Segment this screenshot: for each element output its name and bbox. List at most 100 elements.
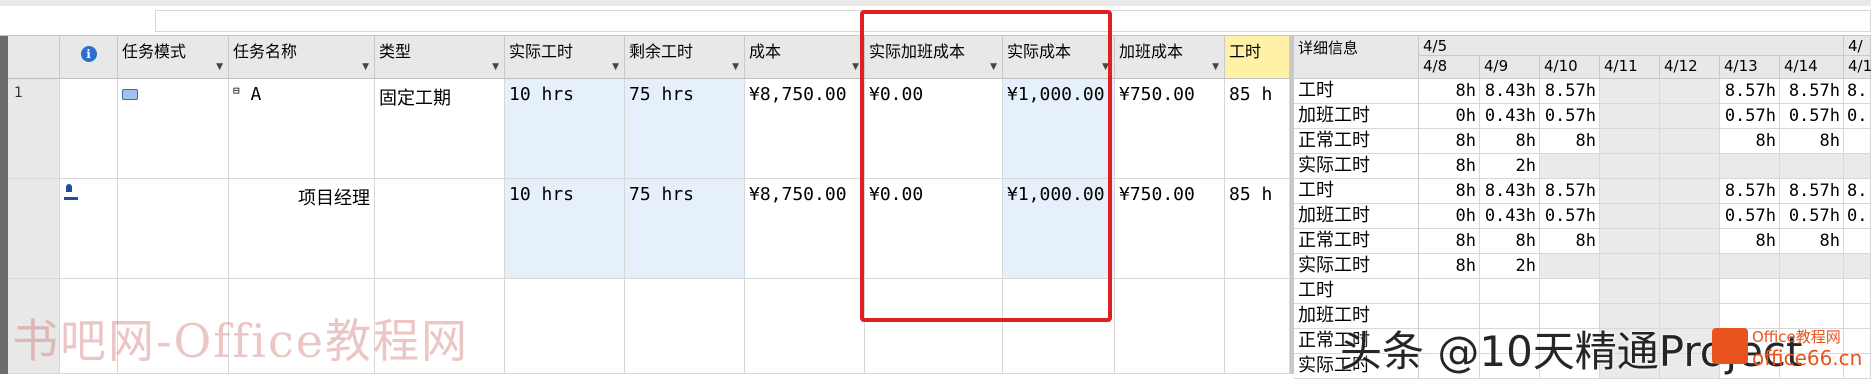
- timephased-cell[interactable]: [1660, 279, 1720, 304]
- column-header-remaining-work[interactable]: 剩余工时 ▼: [625, 36, 745, 79]
- column-header-info[interactable]: ℹ: [60, 36, 118, 79]
- dropdown-arrow-icon[interactable]: ▼: [492, 62, 499, 72]
- timephased-cell[interactable]: 0h: [1419, 104, 1480, 129]
- timephased-cell[interactable]: 0.43h: [1480, 204, 1540, 229]
- timephased-cell[interactable]: [1540, 279, 1600, 304]
- timephased-cell[interactable]: 8h: [1480, 229, 1540, 254]
- timephased-cell[interactable]: [1780, 279, 1844, 304]
- column-header-cost[interactable]: 成本 ▼: [745, 36, 865, 79]
- timephased-cell[interactable]: 0.57h: [1720, 204, 1780, 229]
- timephased-cell[interactable]: [1844, 229, 1871, 254]
- row-number[interactable]: 1: [8, 79, 60, 179]
- cost-cell[interactable]: ¥8,750.00: [745, 79, 865, 179]
- timephased-cell[interactable]: [1600, 229, 1660, 254]
- timephased-cell[interactable]: 8h: [1720, 129, 1780, 154]
- timephased-cell[interactable]: [1844, 129, 1871, 154]
- task-mode-cell[interactable]: [118, 179, 229, 279]
- timephased-cell[interactable]: 0h: [1419, 204, 1480, 229]
- timephased-cell[interactable]: 8.57h: [1540, 79, 1600, 104]
- dropdown-arrow-icon[interactable]: ▼: [732, 62, 739, 72]
- timephased-cell[interactable]: [1600, 204, 1660, 229]
- timephased-cell[interactable]: 8h: [1419, 79, 1480, 104]
- timephased-cell[interactable]: [1660, 129, 1720, 154]
- timephased-cell[interactable]: [1720, 154, 1780, 179]
- timephased-cell[interactable]: 2h: [1480, 254, 1540, 279]
- timephased-cell[interactable]: [1540, 254, 1600, 279]
- timephased-cell[interactable]: [1600, 254, 1660, 279]
- column-header-task-mode[interactable]: 任务模式 ▼: [118, 36, 229, 79]
- timephased-cell[interactable]: [1660, 229, 1720, 254]
- timephased-cell[interactable]: [1660, 79, 1720, 104]
- timephased-cell[interactable]: 8.43h: [1480, 79, 1540, 104]
- timephased-cell[interactable]: [1844, 304, 1871, 329]
- timephased-cell[interactable]: [1844, 254, 1871, 279]
- timephased-cell[interactable]: 8h: [1419, 179, 1480, 204]
- timephased-cell[interactable]: 8.: [1844, 79, 1871, 104]
- overtime-cost-cell[interactable]: ¥750.00: [1115, 179, 1225, 279]
- actual-work-cell[interactable]: 10 hrs: [505, 179, 625, 279]
- dropdown-arrow-icon[interactable]: ▼: [852, 62, 859, 72]
- timephased-cell[interactable]: 8.43h: [1480, 179, 1540, 204]
- empty-cell[interactable]: [505, 279, 625, 374]
- timephased-cell[interactable]: 0.43h: [1480, 104, 1540, 129]
- timephased-cell[interactable]: [1660, 204, 1720, 229]
- timephased-cell[interactable]: 0.57h: [1540, 104, 1600, 129]
- dropdown-arrow-icon[interactable]: ▼: [216, 62, 223, 72]
- task-mode-cell[interactable]: [118, 79, 229, 179]
- column-header-overtime-cost[interactable]: 加班成本 ▼: [1115, 36, 1225, 79]
- empty-cell[interactable]: [1225, 279, 1290, 374]
- type-cell[interactable]: 固定工期: [375, 79, 505, 179]
- cost-cell[interactable]: ¥8,750.00: [745, 179, 865, 279]
- timephased-cell[interactable]: [1600, 129, 1660, 154]
- timephased-cell[interactable]: [1600, 79, 1660, 104]
- task-name-cell[interactable]: 项目经理: [229, 179, 375, 279]
- timephased-cell[interactable]: 8h: [1480, 129, 1540, 154]
- dropdown-arrow-icon[interactable]: ▼: [362, 62, 369, 72]
- timephased-cell[interactable]: 0.57h: [1720, 104, 1780, 129]
- timephased-cell[interactable]: 8h: [1540, 129, 1600, 154]
- timephased-cell[interactable]: [1660, 154, 1720, 179]
- dropdown-arrow-icon[interactable]: ▼: [1212, 62, 1219, 72]
- overtime-cost-cell[interactable]: ¥750.00: [1115, 79, 1225, 179]
- timephased-cell[interactable]: 8.57h: [1540, 179, 1600, 204]
- timephased-cell[interactable]: 8h: [1419, 129, 1480, 154]
- timephased-cell[interactable]: 8.57h: [1780, 79, 1844, 104]
- timephased-cell[interactable]: [1660, 254, 1720, 279]
- empty-cell[interactable]: [625, 279, 745, 374]
- timephased-cell[interactable]: [1844, 279, 1871, 304]
- timephased-cell[interactable]: [1480, 279, 1540, 304]
- timephased-cell[interactable]: 2h: [1480, 154, 1540, 179]
- timephased-cell[interactable]: 0.57h: [1780, 204, 1844, 229]
- timephased-cell[interactable]: [1600, 154, 1660, 179]
- timephased-cell[interactable]: 8.57h: [1720, 179, 1780, 204]
- timephased-cell[interactable]: 8.: [1844, 179, 1871, 204]
- row-number[interactable]: [8, 179, 60, 279]
- timephased-cell[interactable]: 8h: [1419, 154, 1480, 179]
- column-header-actual-work[interactable]: 实际工时 ▼: [505, 36, 625, 79]
- work-cell[interactable]: 85 h: [1225, 179, 1290, 279]
- timephased-cell[interactable]: 8h: [1720, 229, 1780, 254]
- timephased-cell[interactable]: 0.57h: [1780, 104, 1844, 129]
- timephased-cell[interactable]: 8.57h: [1780, 179, 1844, 204]
- remaining-work-cell[interactable]: 75 hrs: [625, 179, 745, 279]
- timephased-cell[interactable]: [1600, 279, 1660, 304]
- column-header-type[interactable]: 类型 ▼: [375, 36, 505, 79]
- timephased-cell[interactable]: 8h: [1780, 129, 1844, 154]
- work-cell[interactable]: 85 h: [1225, 79, 1290, 179]
- empty-cell[interactable]: [1115, 279, 1225, 374]
- timephased-cell[interactable]: [1780, 154, 1844, 179]
- column-header-work[interactable]: 工时: [1225, 36, 1290, 79]
- timephased-cell[interactable]: [1844, 154, 1871, 179]
- actual-work-cell[interactable]: 10 hrs: [505, 79, 625, 179]
- timephased-cell[interactable]: 8h: [1419, 229, 1480, 254]
- type-cell[interactable]: [375, 179, 505, 279]
- timephased-cell[interactable]: 8h: [1540, 229, 1600, 254]
- timephased-cell[interactable]: [1720, 279, 1780, 304]
- dropdown-arrow-icon[interactable]: ▼: [612, 62, 619, 72]
- timephased-cell[interactable]: [1720, 254, 1780, 279]
- remaining-work-cell[interactable]: 75 hrs: [625, 79, 745, 179]
- timephased-cell[interactable]: [1540, 154, 1600, 179]
- empty-cell[interactable]: [745, 279, 865, 374]
- timephased-cell[interactable]: [1600, 179, 1660, 204]
- timephased-cell[interactable]: 8h: [1780, 229, 1844, 254]
